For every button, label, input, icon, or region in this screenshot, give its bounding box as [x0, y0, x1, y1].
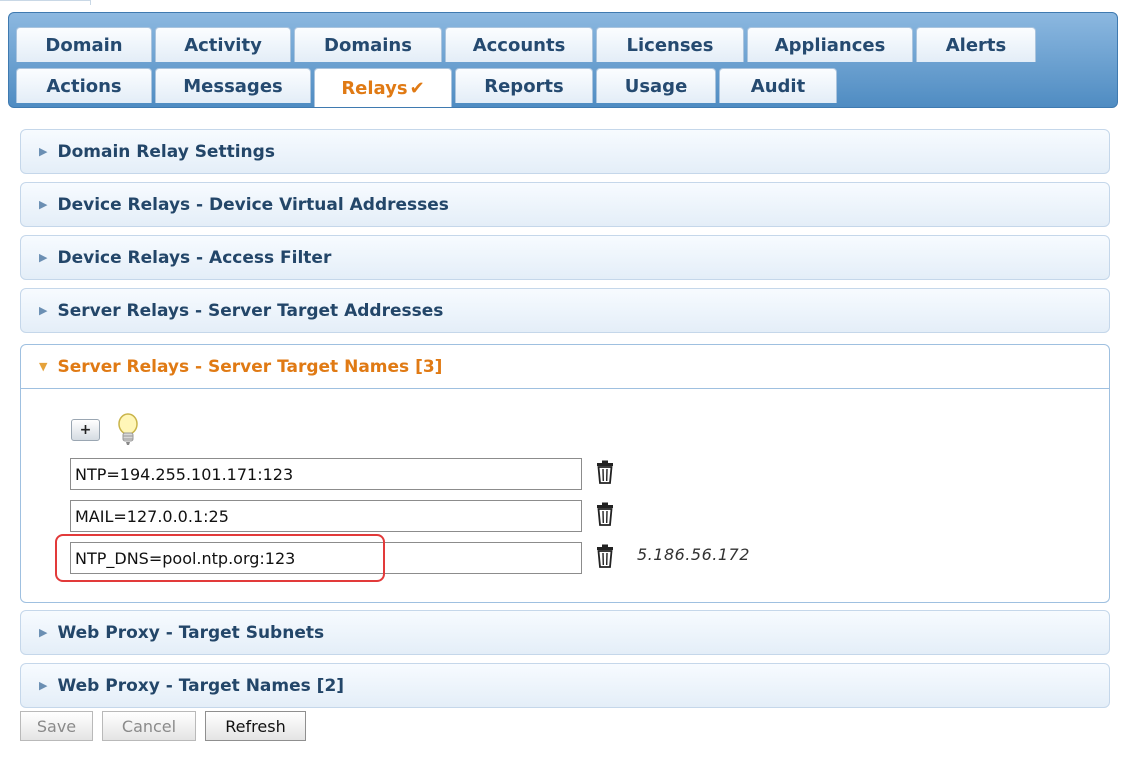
tab-alerts[interactable]: Alerts [916, 27, 1036, 62]
trash-icon[interactable] [595, 502, 615, 526]
add-entry-button[interactable]: + [71, 419, 100, 441]
target-name-field-2[interactable] [70, 500, 582, 532]
tab-domains[interactable]: Domains [294, 27, 442, 62]
tab-label: Domains [324, 34, 412, 56]
section-device-virtual-addresses[interactable]: ▶ Device Relays - Device Virtual Address… [20, 182, 1110, 227]
resolved-ip-address: 5.186.56.172 [637, 545, 750, 564]
tab-usage[interactable]: Usage [596, 68, 716, 103]
target-name-field-1[interactable] [70, 458, 582, 490]
tab-label: Reports [484, 75, 564, 97]
tab-domain[interactable]: Domain [16, 27, 152, 62]
section-title: Device Relays - Access Filter [57, 247, 332, 268]
section-title: Device Relays - Device Virtual Addresses [57, 194, 449, 215]
section-title: Web Proxy - Target Names [2] [57, 675, 345, 696]
checkmark-icon: ✔ [409, 77, 425, 99]
tab-appliances[interactable]: Appliances [747, 27, 913, 62]
save-button[interactable]: Save [20, 711, 93, 741]
button-label: Cancel [121, 716, 177, 736]
expand-arrow-icon: ▶ [39, 145, 48, 158]
tab-label: Activity [184, 34, 262, 56]
tab-label: Licenses [626, 34, 714, 56]
tab-activity[interactable]: Activity [155, 27, 291, 62]
tab-label: Accounts [472, 34, 566, 56]
trash-icon[interactable] [595, 544, 615, 568]
section-title: Server Relays - Server Target Addresses [57, 300, 444, 321]
tab-reports[interactable]: Reports [455, 68, 593, 103]
expand-arrow-icon: ▶ [39, 304, 48, 317]
section-server-target-names[interactable]: ▼ Server Relays - Server Target Names [3… [20, 344, 1110, 389]
section-domain-relay-settings[interactable]: ▶ Domain Relay Settings [20, 129, 1110, 174]
tab-label: Relays [341, 77, 408, 99]
tab-label: Messages [183, 75, 283, 97]
tab-label: Appliances [774, 34, 886, 56]
tab-accounts[interactable]: Accounts [445, 27, 593, 62]
section-device-access-filter[interactable]: ▶ Device Relays - Access Filter [20, 235, 1110, 280]
window-edge [0, 0, 91, 5]
cancel-button[interactable]: Cancel [102, 711, 196, 741]
collapse-arrow-icon: ▼ [39, 360, 48, 373]
tab-messages[interactable]: Messages [155, 68, 311, 103]
tab-relays[interactable]: Relays ✔ [314, 68, 452, 107]
tab-label: Domain [45, 34, 123, 56]
trash-icon[interactable] [595, 460, 615, 484]
section-title: Web Proxy - Target Subnets [57, 622, 325, 643]
tab-audit[interactable]: Audit [719, 68, 837, 103]
refresh-button[interactable]: Refresh [205, 711, 306, 741]
expand-arrow-icon: ▶ [39, 251, 48, 264]
section-web-proxy-target-names[interactable]: ▶ Web Proxy - Target Names [2] [20, 663, 1110, 708]
tab-label: Usage [624, 75, 688, 97]
plus-icon: + [79, 422, 92, 438]
section-title: Server Relays - Server Target Names [3] [57, 356, 443, 377]
tab-licenses[interactable]: Licenses [596, 27, 744, 62]
expand-arrow-icon: ▶ [39, 626, 48, 639]
lightbulb-hint-icon[interactable] [116, 413, 140, 447]
button-label: Refresh [225, 716, 286, 736]
tab-label: Actions [46, 75, 122, 97]
tab-label: Audit [750, 75, 806, 97]
tab-label: Alerts [945, 34, 1007, 56]
section-title: Domain Relay Settings [57, 141, 275, 162]
button-label: Save [36, 716, 77, 736]
tab-bar: Domain Activity Domains Accounts License… [8, 12, 1118, 108]
tab-actions[interactable]: Actions [16, 68, 152, 103]
section-server-target-addresses[interactable]: ▶ Server Relays - Server Target Addresse… [20, 288, 1110, 333]
expand-arrow-icon: ▶ [39, 679, 48, 692]
annotation-highlight-box [55, 534, 385, 582]
expand-arrow-icon: ▶ [39, 198, 48, 211]
section-web-proxy-target-subnets[interactable]: ▶ Web Proxy - Target Subnets [20, 610, 1110, 655]
